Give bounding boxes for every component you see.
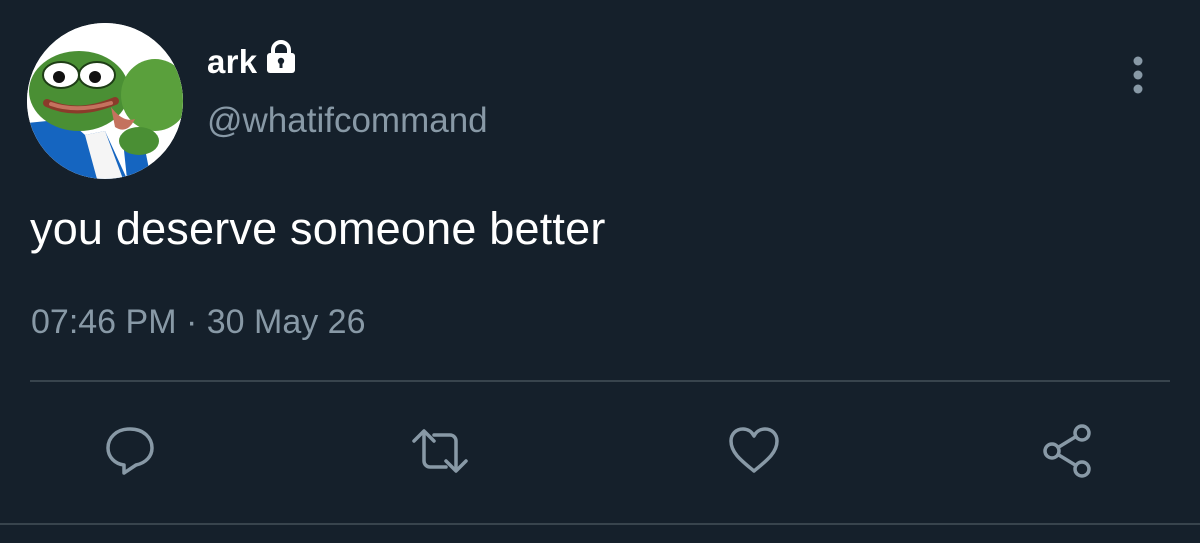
- lock-icon: [263, 39, 299, 79]
- more-vertical-icon[interactable]: [1124, 55, 1152, 95]
- retweet-icon: [408, 423, 472, 484]
- tweet-text: you deserve someone better: [30, 203, 606, 254]
- bottom-divider: [0, 523, 1200, 525]
- tweet-timestamp[interactable]: 07:46 PM · 30 May 26: [31, 303, 366, 342]
- reply-button[interactable]: [102, 425, 158, 481]
- user-handle[interactable]: @whatifcommand: [207, 101, 488, 141]
- reply-icon: [102, 423, 158, 484]
- divider: [30, 380, 1170, 382]
- action-bar: [0, 423, 1200, 484]
- share-button[interactable]: [1040, 423, 1096, 484]
- like-button[interactable]: [726, 425, 782, 481]
- display-name[interactable]: ark: [207, 43, 257, 81]
- retweet-button[interactable]: [412, 425, 468, 481]
- display-name-row: ark: [207, 39, 299, 82]
- share-icon: [1040, 423, 1096, 484]
- heart-icon: [726, 423, 782, 484]
- avatar[interactable]: [27, 23, 183, 179]
